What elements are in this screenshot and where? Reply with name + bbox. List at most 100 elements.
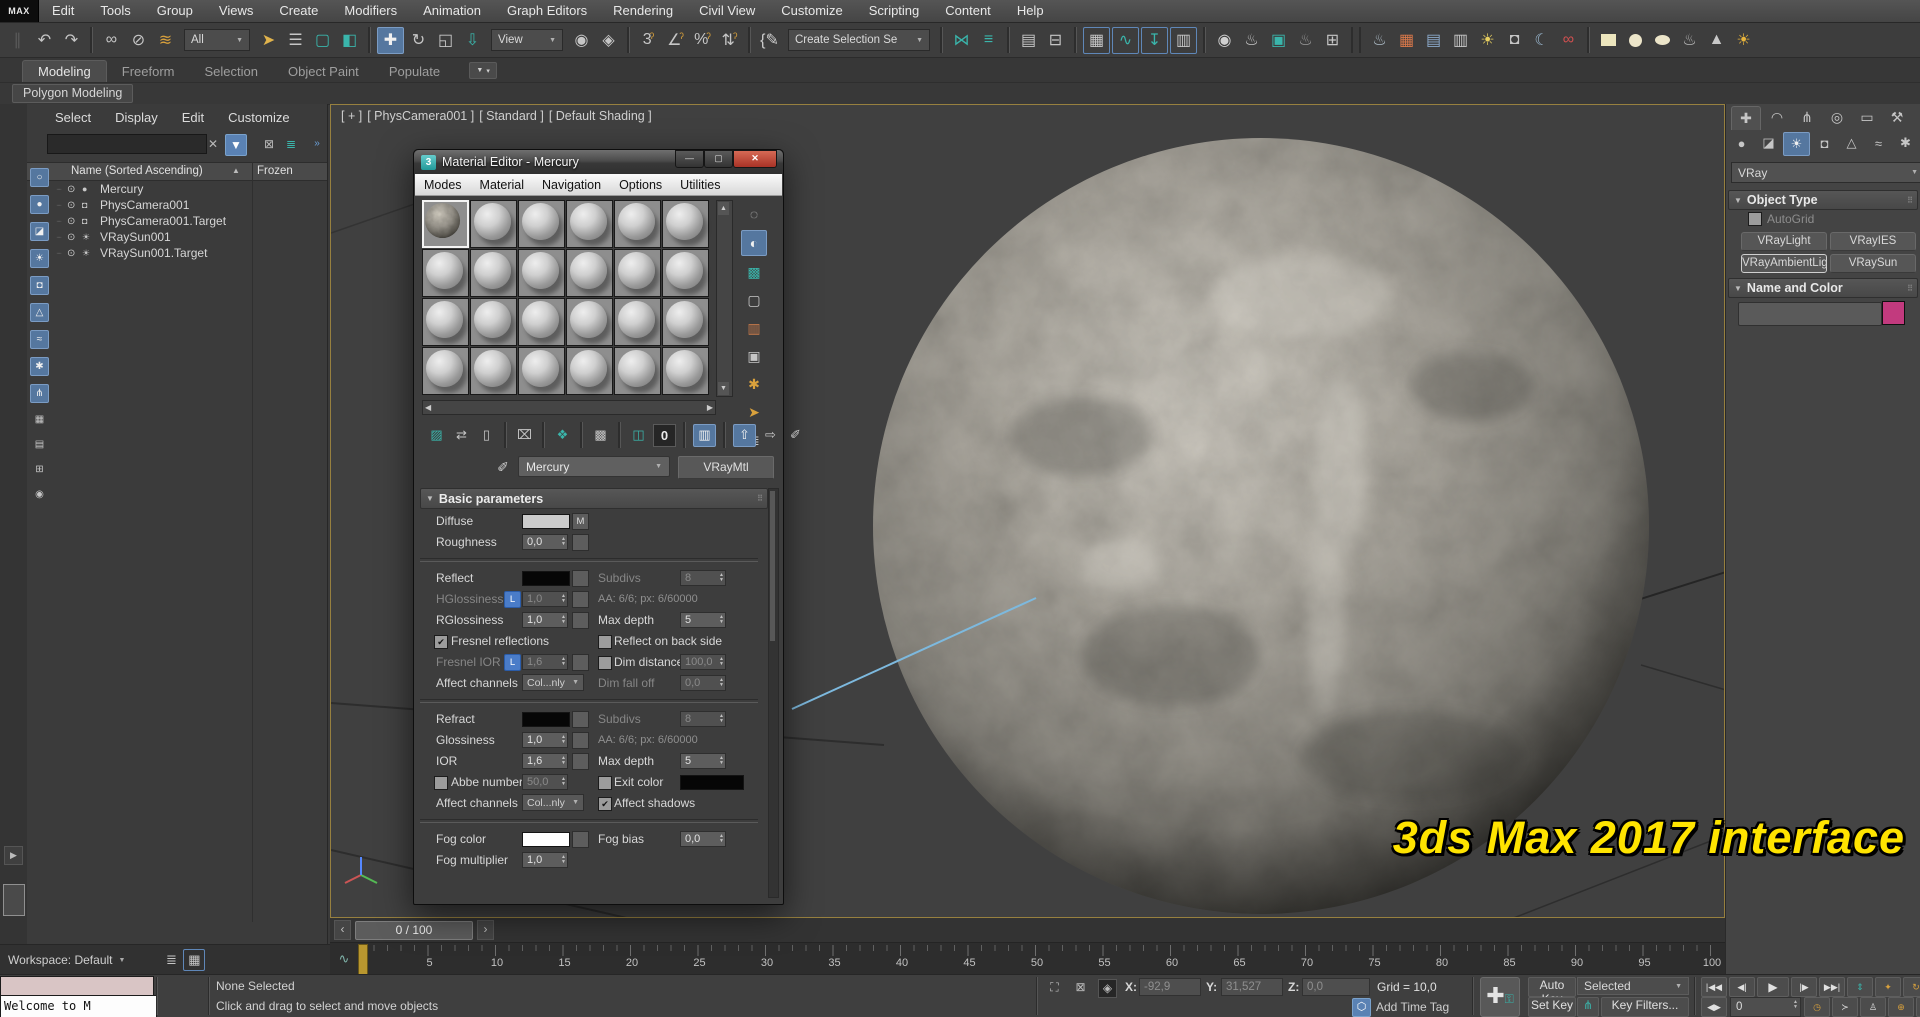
assign-to-selection-icon[interactable]: ▩ (590, 425, 611, 446)
eyedropper-icon[interactable]: ✐ (492, 456, 514, 478)
backlight-icon[interactable]: ◐ (741, 230, 767, 256)
filter-geometry-icon[interactable]: ● (30, 195, 49, 214)
vrayambientlight-button[interactable]: VRayAmbientLig (1741, 254, 1827, 273)
filter-materials-icon[interactable]: ◉ (31, 486, 48, 503)
object-name[interactable]: Mercury (98, 182, 143, 196)
color-swatch[interactable] (680, 775, 744, 790)
me-menu-options[interactable]: Options (610, 178, 671, 192)
me-menu-navigation[interactable]: Navigation (533, 178, 610, 192)
save-material-icon[interactable]: ◫ (628, 425, 649, 446)
flyout-arrow-button[interactable]: ▶ (4, 846, 23, 865)
helpers-icon[interactable]: △ (1839, 132, 1864, 154)
material-slot-5[interactable] (662, 200, 709, 248)
select-by-name-icon[interactable]: ☰ (283, 28, 308, 53)
hierarchy-icon[interactable]: ⋔ (1793, 106, 1821, 129)
use-pivot-point-center-icon[interactable]: ◉ (569, 28, 594, 53)
schematic-view-icon[interactable]: ↧ (1141, 26, 1168, 54)
selection-lock-grid-icon[interactable]: ▦ (183, 949, 206, 971)
material-slot-4[interactable] (614, 200, 661, 248)
more-chevron-icon[interactable]: » (307, 134, 327, 154)
workspace-dropdown[interactable]: Workspace: Default (8, 953, 113, 967)
object-name[interactable]: VRaySun001.Target (98, 246, 207, 260)
vray-mesh-light-icon[interactable]: ♨ (1677, 28, 1702, 53)
window-crossing-toggle-icon[interactable]: ◧ (337, 28, 362, 53)
get-material-icon[interactable]: ▨ (426, 425, 447, 446)
geometry-icon[interactable]: ● (1729, 132, 1754, 154)
material-slot-19[interactable] (470, 347, 517, 395)
vray-dome-camera-icon[interactable]: ☾ (1529, 28, 1554, 53)
menu-content[interactable]: Content (932, 0, 1004, 22)
dim-distance-checkbox[interactable] (598, 656, 612, 670)
material-slot-14[interactable] (518, 298, 565, 346)
filter-bones-icon[interactable]: ⋔ (30, 384, 49, 403)
render-setup-icon[interactable]: ♨ (1239, 28, 1264, 53)
material-name-dropdown[interactable]: Mercury ▼ (518, 456, 670, 477)
selection-filter-dropdown[interactable]: All ▼ (184, 29, 250, 51)
menu-create[interactable]: Create (266, 0, 331, 22)
me-menu-utilities[interactable]: Utilities (671, 178, 729, 192)
filter-containers-icon[interactable]: ▦ (31, 411, 48, 428)
viewport-standard-label[interactable]: [ Standard ] (479, 109, 544, 123)
cameras-icon[interactable]: ◘ (1812, 132, 1837, 154)
redo-icon[interactable]: ↷ (59, 28, 84, 53)
reference-coordinate-system-dropdown[interactable]: View ▼ (491, 29, 563, 51)
menu-graph-editors[interactable]: Graph Editors (494, 0, 600, 22)
select-and-rotate-icon[interactable]: ↻ (406, 28, 431, 53)
x-coord-field[interactable]: -92,9 (1139, 978, 1201, 996)
make-unique-icon[interactable]: ❖ (552, 425, 573, 446)
time-configuration-button[interactable]: ◷ (1804, 997, 1830, 1017)
lock-button[interactable]: L (504, 654, 521, 671)
category-dropdown[interactable]: VRay ▼ (1731, 162, 1920, 183)
material-editor-titlebar[interactable]: 3 Material Editor - Mercury — ▢ ✕ (414, 150, 783, 174)
search-input[interactable] (47, 134, 207, 154)
material-slot-8[interactable] (518, 249, 565, 297)
select-and-place-icon[interactable]: ⇩ (460, 28, 485, 53)
material-slot-7[interactable] (470, 249, 517, 297)
max-logo-button[interactable]: MAX (0, 0, 39, 22)
vray-physical-camera-icon[interactable]: ◘ (1502, 28, 1527, 53)
menu-modifiers[interactable]: Modifiers (331, 0, 410, 22)
explorer-menu-display[interactable]: Display (115, 110, 158, 125)
selection-lock-icon[interactable]: ⊠ (1072, 979, 1089, 996)
lock-button[interactable]: L (504, 591, 521, 608)
select-by-material-icon[interactable]: ➤ (742, 400, 766, 424)
previous-frame-button[interactable]: ◀| (1729, 977, 1755, 997)
map-button[interactable] (572, 534, 589, 551)
track-bar[interactable]: » ∿ 051015202530354045505560657075808590… (296, 942, 1725, 975)
absolute-mode-icon[interactable]: ◈ (1098, 979, 1117, 998)
vray-settings-panel-icon[interactable]: ▤ (1421, 28, 1446, 53)
lock-icon[interactable]: ⊠ (259, 134, 279, 154)
spinner-field[interactable]: 0,0 ▲ ▼ (680, 831, 726, 847)
basic-parameters-rollout[interactable]: ▼ Basic parameters ⠿ (420, 488, 768, 509)
menu-animation[interactable]: Animation (410, 0, 494, 22)
current-frame-marker[interactable] (358, 944, 368, 975)
color-swatch[interactable] (522, 514, 570, 529)
spinner-field[interactable]: 1,0 ▲ ▼ (522, 852, 568, 868)
menu-group[interactable]: Group (144, 0, 206, 22)
systems-icon[interactable]: ✱ (1893, 132, 1918, 154)
color-swatch[interactable] (522, 712, 570, 727)
me-menu-material[interactable]: Material (471, 178, 533, 192)
current-frame-field[interactable]: 0 ▲ ▼ (1730, 997, 1801, 1017)
snaps-toggle-3d-icon[interactable]: 3ʔ (636, 28, 661, 53)
spinner-field[interactable]: 8 ▲ ▼ (680, 570, 726, 586)
material-slot-21[interactable] (566, 347, 613, 395)
sample-type-icon[interactable]: ◌ (742, 202, 766, 226)
select-and-scale-icon[interactable]: ◱ (433, 28, 458, 53)
vray-light-lister-icon[interactable]: ☀ (1475, 28, 1500, 53)
map-button[interactable] (572, 612, 589, 629)
select-and-move-icon[interactable]: ✚ (377, 26, 404, 54)
menu-help[interactable]: Help (1004, 0, 1057, 22)
isolate-toggle-icon[interactable]: ≣ (161, 950, 181, 970)
fresnel-reflections-checkbox[interactable]: ✔ (434, 635, 448, 649)
ribbon-tab-selection[interactable]: Selection (190, 61, 273, 82)
map-button[interactable]: M (572, 513, 589, 530)
material-slot-0[interactable] (422, 200, 469, 248)
rendered-frame-window-icon[interactable]: ▣ (1266, 28, 1291, 53)
filter-display-all-icon[interactable]: ○ (30, 168, 49, 187)
y-coord-field[interactable]: 31,527 (1221, 978, 1283, 996)
affect-shadows-checkbox[interactable]: ✔ (598, 797, 612, 811)
filter-xrefs-icon[interactable]: ⊞ (31, 461, 48, 478)
named-selection-sets-dropdown[interactable]: Create Selection Se ▼ (788, 29, 930, 51)
visibility-eye-icon[interactable]: ⊙ (67, 216, 82, 227)
